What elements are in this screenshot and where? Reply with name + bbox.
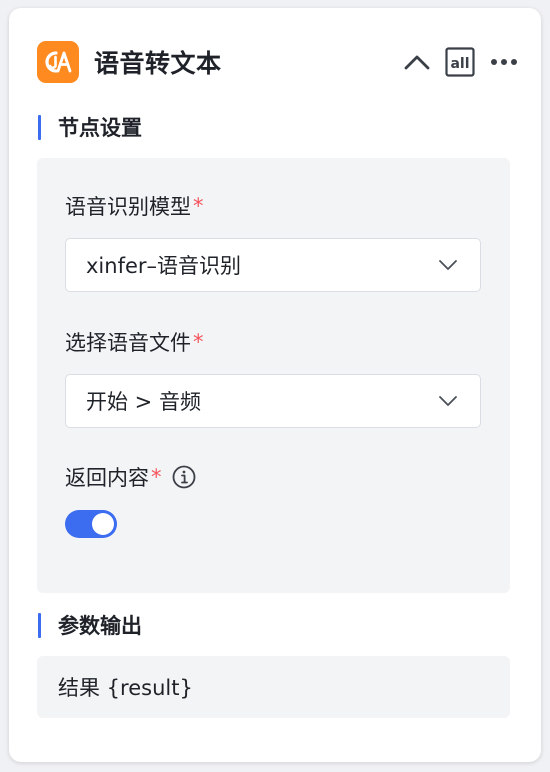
chevron-down-icon bbox=[439, 396, 457, 406]
chevron-down-icon bbox=[439, 260, 457, 270]
file-label-text: 选择语音文件 bbox=[65, 331, 191, 355]
model-label: 语音识别模型 * bbox=[65, 191, 204, 221]
required-mark: * bbox=[151, 465, 162, 489]
node-card: 语音转文本 all 节点设置 语音识别模型 * xinfer–语音识别 选择语音… bbox=[9, 8, 541, 762]
required-mark: * bbox=[193, 330, 204, 354]
settings-panel: 语音识别模型 * xinfer–语音识别 选择语音文件 * 开始 > 音频 返回内容… bbox=[37, 158, 510, 593]
model-label-text: 语音识别模型 bbox=[65, 195, 191, 219]
node-header: 语音转文本 all bbox=[37, 41, 519, 83]
output-value: 结果 {result} bbox=[58, 676, 193, 700]
section-accent-bar bbox=[38, 114, 41, 140]
output-param: 结果 {result} bbox=[37, 656, 510, 718]
return-label-text: 返回内容 bbox=[65, 466, 149, 490]
svg-text:all: all bbox=[450, 56, 469, 72]
section-title: 参数输出 bbox=[58, 614, 142, 638]
section-output: 参数输出 bbox=[38, 611, 142, 639]
model-select-value: xinfer–语音识别 bbox=[86, 254, 242, 278]
more-button[interactable] bbox=[489, 47, 519, 77]
all-text-icon: all bbox=[445, 47, 475, 77]
file-label: 选择语音文件 * bbox=[65, 327, 204, 357]
node-title: 语音转文本 bbox=[94, 49, 222, 78]
more-horizontal-icon bbox=[491, 59, 517, 65]
required-mark: * bbox=[193, 194, 204, 218]
section-accent-bar bbox=[38, 612, 41, 638]
chevron-up-icon bbox=[404, 55, 430, 70]
info-icon[interactable] bbox=[172, 465, 196, 489]
all-text-button[interactable]: all bbox=[445, 47, 475, 77]
section-node-settings: 节点设置 bbox=[38, 113, 142, 141]
file-select[interactable]: 开始 > 音频 bbox=[65, 374, 481, 428]
return-content-toggle[interactable] bbox=[65, 510, 117, 538]
toggle-knob bbox=[92, 513, 114, 535]
section-title: 节点设置 bbox=[58, 116, 142, 140]
model-select[interactable]: xinfer–语音识别 bbox=[65, 238, 481, 292]
return-label: 返回内容 * bbox=[65, 462, 196, 492]
collapse-button[interactable] bbox=[402, 47, 432, 77]
speech-to-text-icon bbox=[37, 41, 79, 83]
file-select-value: 开始 > 音频 bbox=[86, 390, 201, 414]
